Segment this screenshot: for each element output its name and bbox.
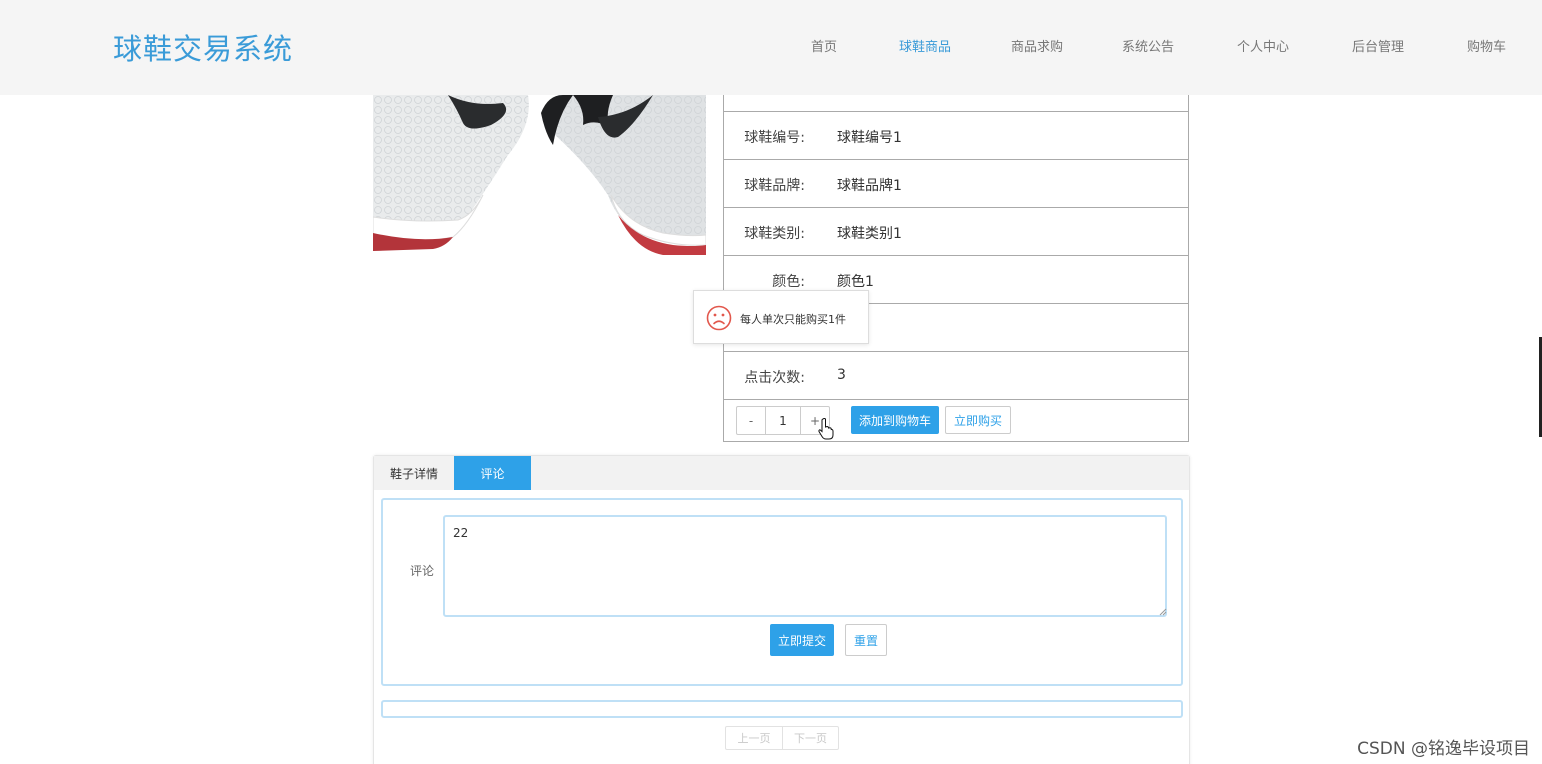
comment-textarea[interactable]: 22 xyxy=(443,515,1167,617)
info-value: 球鞋品牌1 xyxy=(837,178,902,194)
info-value: 球鞋编号1 xyxy=(837,130,902,146)
hand-cursor-icon xyxy=(818,418,834,440)
resize-grip-icon[interactable] xyxy=(1159,608,1167,616)
submit-comment-button[interactable]: 立即提交 xyxy=(770,624,834,656)
prev-page-button[interactable]: 上一页 xyxy=(726,727,782,749)
info-row-top xyxy=(724,95,1188,112)
toast-text: 每人单次只能购买1件 xyxy=(740,313,846,326)
page: 球鞋交易系统 首页 球鞋商品 商品求购 系统公告 个人中心 后台管理 购物车 球… xyxy=(0,0,1542,764)
comment-list xyxy=(381,700,1183,718)
tab-shoe-details[interactable]: 鞋子详情 xyxy=(374,456,454,490)
info-row-clicks: 点击次数: 3 xyxy=(724,352,1188,400)
quantity-input[interactable]: 1 xyxy=(765,407,801,434)
pagination: 上一页 下一页 xyxy=(725,726,839,750)
tab-comments[interactable]: 评论 xyxy=(454,456,531,490)
sneaker-photo xyxy=(373,95,706,255)
info-value: 颜色1 xyxy=(837,274,874,290)
purchase-action-row: - 1 + 添加到购物车 立即购买 xyxy=(724,400,1188,442)
info-label: 颜色: xyxy=(772,274,805,290)
comment-label: 评论 xyxy=(410,564,435,578)
info-label: 球鞋品牌: xyxy=(744,178,805,194)
info-value: 3 xyxy=(837,367,846,383)
reset-button[interactable]: 重置 xyxy=(845,624,887,656)
info-row-category: 球鞋类别: 球鞋类别1 xyxy=(724,208,1188,256)
toast-message: 每人单次只能购买1件 xyxy=(693,290,869,344)
info-label: 球鞋类别: xyxy=(744,226,805,242)
product-info-table: 球鞋编号: 球鞋编号1 球鞋品牌: 球鞋品牌1 球鞋类别: 球鞋类别1 颜色: … xyxy=(723,95,1189,442)
info-label: 球鞋编号: xyxy=(744,130,805,146)
buy-now-button[interactable]: 立即购买 xyxy=(945,406,1012,434)
watermark: CSDN @铭逸毕设项目 xyxy=(1357,739,1530,759)
info-value: 球鞋类别1 xyxy=(837,226,902,242)
nav-announcements[interactable]: 系统公告 xyxy=(1122,36,1174,55)
nav-personal-center[interactable]: 个人中心 xyxy=(1237,36,1289,55)
nav-sneakers[interactable]: 球鞋商品 xyxy=(899,36,951,55)
detail-tabs-panel: 鞋子详情 评论 评论 22 立即提交 重置 上一页 下一页 xyxy=(373,455,1190,764)
add-to-cart-button[interactable]: 添加到购物车 xyxy=(851,406,940,434)
tab-bar: 鞋子详情 评论 xyxy=(374,456,1189,490)
main-nav: 首页 球鞋商品 商品求购 系统公告 个人中心 后台管理 购物车 xyxy=(0,36,1542,56)
nav-home[interactable]: 首页 xyxy=(811,36,837,55)
top-header: 球鞋交易系统 首页 球鞋商品 商品求购 系统公告 个人中心 后台管理 购物车 xyxy=(0,0,1542,95)
sad-face-icon xyxy=(706,305,732,331)
nav-cart[interactable]: 购物车 xyxy=(1467,36,1506,55)
quantity-minus-button[interactable]: - xyxy=(737,407,765,434)
quantity-stepper: - 1 + xyxy=(736,406,830,435)
info-row-sku: 球鞋编号: 球鞋编号1 xyxy=(724,112,1188,160)
info-row-brand: 球鞋品牌: 球鞋品牌1 xyxy=(724,160,1188,208)
nav-wanted[interactable]: 商品求购 xyxy=(1011,36,1063,55)
info-label: 点击次数: xyxy=(744,370,805,386)
nav-admin[interactable]: 后台管理 xyxy=(1352,36,1404,55)
next-page-button[interactable]: 下一页 xyxy=(782,727,838,749)
product-image xyxy=(373,95,706,255)
comment-form: 评论 22 立即提交 重置 xyxy=(381,498,1183,686)
